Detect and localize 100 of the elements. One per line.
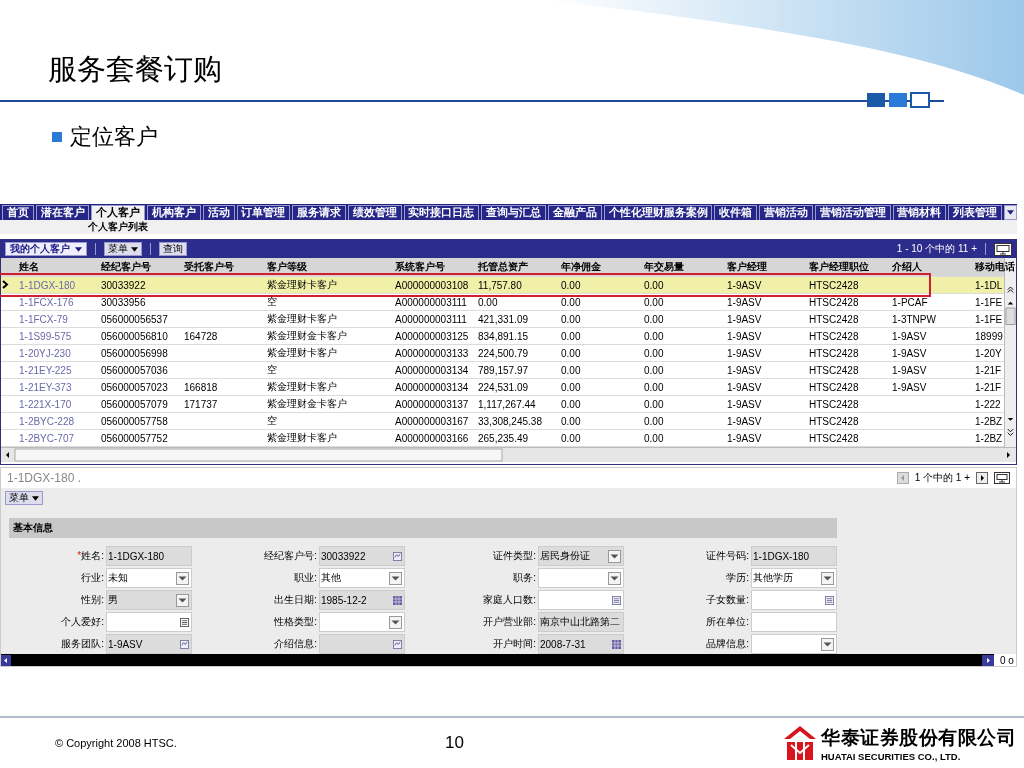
monitor-icon[interactable] (994, 242, 1012, 256)
horizontal-scrollbar[interactable] (1, 447, 1016, 462)
table-row[interactable]: 1-1FCX-79 056000056537 紫金理财卡客户 A000000003111 421,331.09 0.00 0.00 1-9ASV HTSC2428 1-3TNPW 1-1FE (1, 311, 1004, 328)
column-header[interactable]: 年净佣金 (559, 260, 642, 274)
input-field[interactable]: 南京中山北路第二 (538, 612, 624, 632)
input-field[interactable] (106, 612, 192, 632)
name-link[interactable]: 1-1FCX-79 (17, 313, 99, 325)
input-field[interactable] (751, 612, 837, 632)
table-row[interactable]: 1-20YJ-230 056000056998 紫金理财卡客户 A000000003133 224,500.79 0.00 0.00 1-9ASV HTSC2428 1-9ASV 1-20Y (1, 345, 1004, 362)
sub-tab[interactable]: 个人客户列表 (88, 220, 148, 234)
input-field[interactable]: 2008-7-31 (538, 634, 624, 654)
nav-tab[interactable]: 潜在客户 (35, 205, 90, 220)
name-link[interactable]: 1-2BYC-228 (17, 415, 99, 427)
dropdown-field[interactable]: 其他学历 (751, 568, 837, 588)
calendar-icon[interactable] (393, 595, 402, 605)
nav-tab[interactable]: 实时接口日志 (403, 205, 480, 220)
dropdown-button[interactable] (608, 549, 621, 563)
table-row[interactable]: 1-2BYC-228 056000057758 空 A000000003167 33,308,245.38 0.00 0.00 1-9ASV HTSC2428 1-2BZ (1, 413, 1004, 430)
previous-button[interactable] (896, 472, 909, 484)
lookup-icon[interactable] (393, 551, 402, 561)
column-header[interactable]: 年交易量 (642, 260, 725, 274)
column-header[interactable]: 经纪客户号 (99, 260, 182, 274)
name-link[interactable]: 1-21EY-373 (17, 381, 99, 393)
dropdown-button[interactable] (176, 571, 189, 585)
nav-tab[interactable]: 营销活动 (759, 205, 813, 220)
next-button[interactable] (976, 472, 988, 484)
query-dropdown[interactable]: 我的个人客户 (5, 242, 87, 256)
calculator-icon[interactable] (612, 595, 621, 605)
dropdown-button[interactable] (389, 615, 402, 629)
vertical-scrollbar[interactable] (1004, 258, 1016, 447)
input-field[interactable]: 30033922 (319, 546, 405, 566)
input-field[interactable]: 1985-12-2 (319, 590, 405, 610)
nav-tab[interactable]: 服务请求 (292, 205, 346, 220)
dropdown-button[interactable] (821, 571, 834, 585)
calculator-icon[interactable] (825, 595, 834, 605)
table-cell-text: 1-9ASV (891, 364, 928, 376)
scroll-left-button[interactable] (1, 654, 11, 666)
dropdown-button[interactable] (821, 637, 834, 651)
column-header[interactable]: 移动电话 (973, 260, 1015, 274)
column-header[interactable]: 客户等级 (265, 260, 393, 274)
name-link[interactable]: 1-20YJ-230 (17, 347, 99, 359)
column-header[interactable]: 姓名 (17, 260, 99, 274)
note-icon[interactable] (180, 617, 189, 627)
more-tabs-button[interactable] (1003, 205, 1017, 220)
lookup-icon[interactable] (393, 639, 402, 649)
table-row[interactable]: 1-21EY-225 056000057036 空 A000000003134 789,157.97 0.00 0.00 1-9ASV HTSC2428 1-9ASV 1-21F (1, 362, 1004, 379)
nav-tab[interactable]: 个性化理财服务案例 (603, 205, 713, 220)
name-link[interactable]: 1-21EY-225 (17, 364, 99, 376)
nav-tab[interactable]: 机构客户 (147, 205, 201, 220)
table-row[interactable]: 1-1FCX-176 30033956 空 A000000003111 0.00 0.00 0.00 1-9ASV HTSC2428 1-PCAF 1-1FE (1, 294, 1004, 311)
dropdown-field[interactable] (538, 568, 624, 588)
dropdown-field[interactable]: 居民身份证 (538, 546, 624, 566)
column-header[interactable]: 客户经理职位 (807, 260, 890, 274)
table-cell-text: 0.00 (643, 415, 665, 427)
column-header[interactable]: 托管总资产 (476, 260, 559, 274)
dropdown-field[interactable] (751, 634, 837, 654)
nav-tab[interactable]: 个人客户 (91, 205, 146, 220)
lookup-icon[interactable] (180, 639, 189, 649)
nav-tab[interactable]: 营销材料 (892, 205, 947, 220)
nav-tab[interactable]: 金融产品 (548, 205, 602, 220)
nav-tab[interactable]: 列表管理 (948, 205, 1002, 220)
nav-tab[interactable]: 收件箱 (714, 205, 758, 220)
nav-tab[interactable]: 首页 (2, 205, 34, 220)
dropdown-button[interactable] (608, 571, 621, 585)
name-link[interactable]: 1-1S99-575 (17, 330, 99, 342)
input-field[interactable] (751, 590, 837, 610)
dropdown-field[interactable]: 未知 (106, 568, 192, 588)
dropdown-button[interactable] (176, 593, 189, 607)
table-row[interactable]: 1-221X-170 056000057079 171737 紫金理财金卡客户 A000000003137 1,117,267.44 0.00 0.00 1-9ASV HTSC2428 1-222 (1, 396, 1004, 413)
nav-tab[interactable]: 查询与汇总 (481, 205, 547, 220)
column-header[interactable]: 客户经理 (725, 260, 807, 274)
input-field[interactable]: 1-9ASV (106, 634, 192, 654)
monitor-icon[interactable] (994, 472, 1010, 484)
column-header[interactable]: 介绍人 (890, 260, 973, 274)
dropdown-button[interactable] (389, 571, 402, 585)
name-link[interactable]: 1-1DGX-180 (17, 279, 99, 291)
scroll-right-button[interactable] (982, 654, 994, 666)
column-header[interactable]: 系统客户号 (393, 260, 476, 274)
input-field[interactable]: 1-1DGX-180 (751, 546, 837, 566)
table-row[interactable]: 1-21EY-373 056000057023 166818 紫金理财卡客户 A000000003134 224,531.09 0.00 0.00 1-9ASV HTSC2428 1-9ASV 1-21F (1, 379, 1004, 396)
nav-tab[interactable]: 营销活动管理 (814, 205, 891, 220)
nav-tab[interactable]: 活动 (202, 205, 235, 220)
table-row[interactable]: 1-1S99-575 056000056810 164728 紫金理财金卡客户 A000000003125 834,891.15 0.00 0.00 1-9ASV HTSC2428 1-9ASV 18999 (1, 328, 1004, 345)
nav-tab[interactable]: 绩效管理 (347, 205, 402, 220)
name-link[interactable]: 1-221X-170 (17, 398, 99, 410)
name-link[interactable]: 1-2BYC-707 (17, 432, 99, 444)
calendar-icon[interactable] (612, 639, 621, 649)
menu-button[interactable]: 菜单 (104, 242, 142, 256)
menu-button[interactable]: 菜单 (5, 491, 43, 505)
dropdown-field[interactable]: 男 (106, 590, 192, 610)
name-link[interactable]: 1-1FCX-176 (17, 296, 99, 308)
query-button[interactable]: 查询 (159, 242, 187, 256)
dropdown-field[interactable] (319, 612, 405, 632)
nav-tab[interactable]: 订单管理 (236, 205, 291, 220)
dropdown-field[interactable]: 其他 (319, 568, 405, 588)
column-header[interactable]: 受托客户号 (182, 260, 265, 274)
field-label: 经纪客户号: (263, 549, 317, 563)
input-field[interactable] (538, 590, 624, 610)
input-field[interactable]: 1-1DGX-180 (106, 546, 192, 566)
input-field[interactable] (319, 634, 405, 654)
